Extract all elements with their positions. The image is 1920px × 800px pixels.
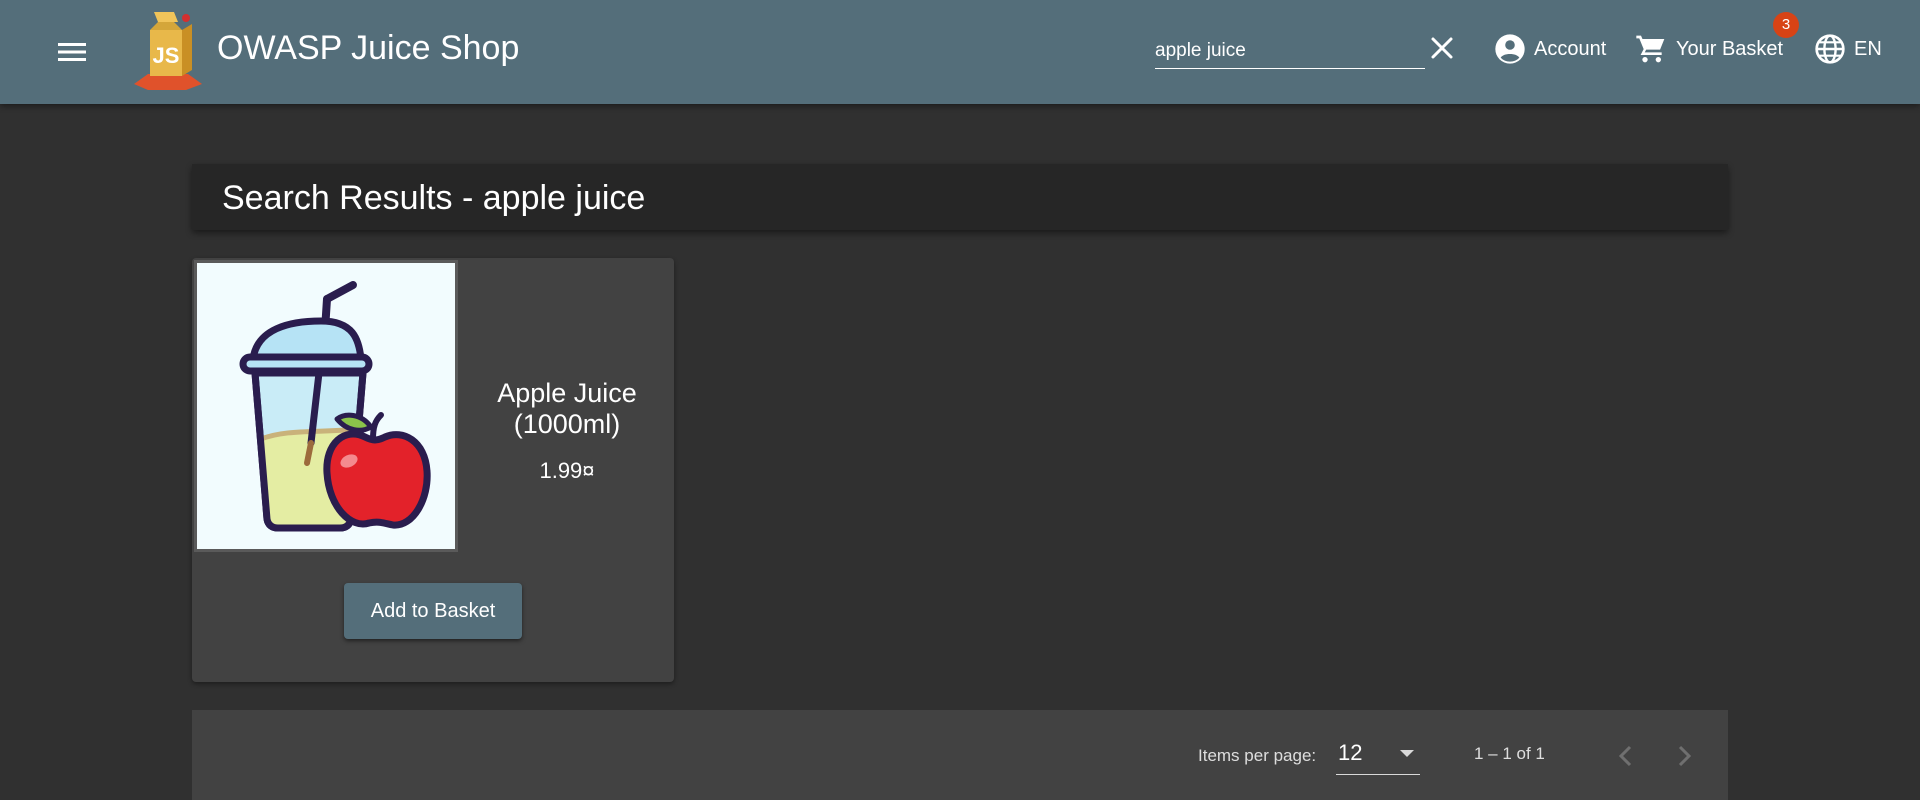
logo-text: JS [153, 43, 180, 68]
menu-icon [58, 43, 86, 61]
basket-button[interactable]: Your Basket [1634, 26, 1783, 72]
basket-label: Your Basket [1676, 37, 1784, 60]
juice-shop-logo[interactable]: JS [132, 8, 208, 92]
product-name[interactable]: Apple Juice (1000ml) [460, 378, 674, 440]
dropdown-arrow-icon [1400, 750, 1414, 757]
items-per-page-select[interactable]: 12 [1336, 734, 1420, 775]
app-title[interactable]: OWASP Juice Shop [217, 28, 519, 68]
close-icon [1431, 37, 1453, 59]
chevron-left-icon [1618, 745, 1632, 767]
search-results-header: Search Results - apple juice [192, 164, 1728, 230]
chevron-right-icon [1678, 745, 1692, 767]
apple-juice-image [197, 263, 455, 549]
globe-icon [1815, 34, 1845, 64]
items-per-page-value: 12 [1338, 740, 1363, 765]
language-label: EN [1854, 37, 1882, 60]
search-clear-button[interactable] [1426, 32, 1458, 64]
product-price: 1.99¤ [539, 458, 595, 483]
top-toolbar: JS OWASP Juice Shop Account Your Basket … [0, 0, 1920, 104]
menu-button[interactable] [50, 30, 94, 74]
next-page-button[interactable] [1664, 736, 1704, 776]
items-per-page-label: Items per page: [1198, 746, 1317, 765]
shopping-cart-icon [1636, 35, 1665, 63]
paginator: Items per page: 12 1 – 1 of 1 [192, 710, 1728, 800]
product-card[interactable]: Apple Juice (1000ml) 1.99¤ Add to Basket [192, 258, 674, 682]
account-button[interactable]: Account [1494, 26, 1606, 72]
basket-count-badge: 3 [1773, 12, 1799, 38]
search-input[interactable] [1155, 34, 1425, 69]
page-title: Search Results - apple juice [222, 179, 646, 217]
previous-page-button[interactable] [1606, 736, 1646, 776]
account-label: Account [1534, 37, 1607, 60]
page-range-label: 1 – 1 of 1 [1474, 744, 1545, 763]
account-circle-icon [1495, 34, 1525, 64]
language-button[interactable]: EN [1814, 26, 1882, 72]
product-image[interactable] [194, 260, 458, 552]
add-to-basket-button[interactable]: Add to Basket [344, 583, 522, 639]
